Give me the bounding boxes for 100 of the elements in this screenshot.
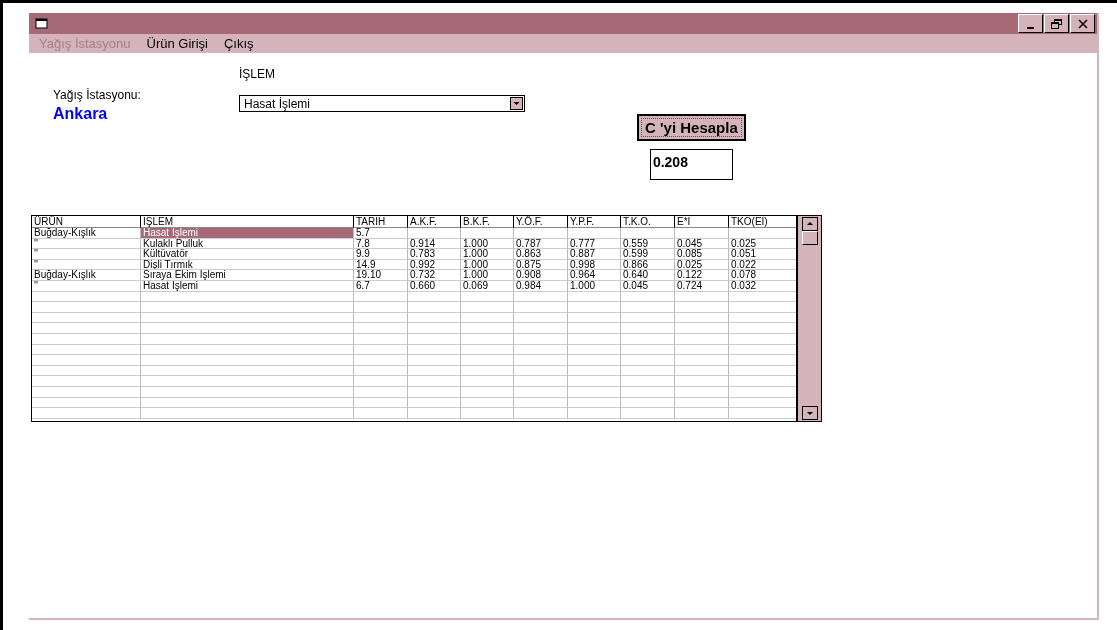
table-cell[interactable]: 0.783 <box>408 249 461 260</box>
table-cell[interactable]: 0.559 <box>621 238 675 250</box>
table-cell[interactable]: 9.9 <box>354 249 408 260</box>
table-cell[interactable]: 6.7 <box>354 280 408 292</box>
table-cell[interactable]: 0.732 <box>408 270 461 281</box>
table-cell[interactable]: 0.875 <box>514 259 568 271</box>
table-cell[interactable]: 7.8 <box>354 238 408 250</box>
empty-table-cell <box>675 397 729 409</box>
empty-table-cell <box>354 355 408 366</box>
table-cell[interactable]: Buğday-Kışlık <box>32 228 141 239</box>
table-cell[interactable]: 0.045 <box>621 280 675 292</box>
column-header: E*I <box>675 216 729 228</box>
close-button[interactable] <box>1070 14 1095 33</box>
empty-table-cell <box>675 323 729 334</box>
table-cell[interactable]: 0.069 <box>461 280 514 292</box>
empty-table-cell <box>354 312 408 324</box>
table-cell[interactable]: 0.866 <box>621 259 675 271</box>
empty-table-cell <box>408 376 461 387</box>
empty-table-cell <box>621 228 675 239</box>
menu-item[interactable]: Çıkış <box>223 36 254 51</box>
table-cell[interactable]: 0.660 <box>408 280 461 292</box>
empty-table-cell <box>514 365 568 377</box>
close-icon <box>1077 18 1088 29</box>
table-cell[interactable]: 0.998 <box>568 259 621 271</box>
islem-label: İŞLEM <box>239 67 276 81</box>
table-cell[interactable]: 0.777 <box>568 238 621 250</box>
empty-table-cell <box>408 355 461 366</box>
empty-table-cell <box>408 312 461 324</box>
column-header: ÜRÜN <box>32 216 141 228</box>
restore-button[interactable] <box>1044 14 1069 33</box>
table-cell[interactable]: 0.085 <box>675 249 729 260</box>
menu-item[interactable]: Ürün Girişi <box>146 36 208 51</box>
empty-table-cell <box>461 355 514 366</box>
empty-table-cell <box>675 408 729 419</box>
empty-table-cell <box>354 408 408 419</box>
table-cell[interactable]: Hasat İşlemi <box>141 228 354 239</box>
column-header: A.K.F. <box>408 216 461 228</box>
table-cell[interactable]: 0.984 <box>514 280 568 292</box>
table-cell[interactable]: '' <box>32 238 141 250</box>
table-cell[interactable]: 1.000 <box>461 270 514 281</box>
table-cell[interactable]: 0.908 <box>514 270 568 281</box>
table-cell[interactable]: 1.000 <box>461 259 514 271</box>
table-cell[interactable]: 0.964 <box>568 270 621 281</box>
empty-table-cell <box>568 355 621 366</box>
table-cell[interactable]: 0.914 <box>408 238 461 250</box>
minimize-button[interactable] <box>1018 14 1043 33</box>
table-cell[interactable]: Hasat İşlemi <box>141 280 354 292</box>
empty-table-cell <box>354 376 408 387</box>
empty-table-cell <box>461 228 514 239</box>
table-cell[interactable]: 0.025 <box>675 259 729 271</box>
table-cell[interactable]: Kültüvatör <box>141 249 354 260</box>
station-name: Ankara <box>53 105 109 123</box>
empty-table-cell <box>408 291 461 303</box>
empty-table-cell <box>514 312 568 324</box>
table-cell[interactable]: 0.992 <box>408 259 461 271</box>
table-cell[interactable]: '' <box>32 280 141 292</box>
empty-table-cell <box>514 344 568 356</box>
empty-table-cell <box>461 291 514 303</box>
table-cell[interactable]: 0.787 <box>514 238 568 250</box>
table-cell[interactable]: 0.724 <box>675 280 729 292</box>
empty-table-cell <box>675 302 729 313</box>
table-cell[interactable]: 0.640 <box>621 270 675 281</box>
vertical-scrollbar[interactable] <box>796 216 821 421</box>
empty-table-cell <box>514 302 568 313</box>
table-cell[interactable]: 5.7 <box>354 228 408 239</box>
empty-table-cell <box>568 408 621 419</box>
calculate-button[interactable]: C 'yi Hesapla <box>637 114 746 141</box>
empty-table-cell <box>568 228 621 239</box>
scroll-thumb[interactable] <box>801 231 818 245</box>
empty-table-cell <box>621 365 675 377</box>
table-cell[interactable]: 1.000 <box>568 280 621 292</box>
table-cell[interactable]: 19.10 <box>354 270 408 281</box>
table-cell[interactable]: 1.000 <box>461 238 514 250</box>
empty-table-cell <box>675 291 729 303</box>
column-header: Y.Ö.F. <box>514 216 568 228</box>
table-cell[interactable]: Sıraya Ekim İşlemi <box>141 270 354 281</box>
empty-table-cell <box>675 312 729 324</box>
islem-dropdown[interactable]: Hasat İşlemi <box>239 95 525 112</box>
empty-table-cell <box>408 386 461 398</box>
empty-table-cell <box>408 302 461 313</box>
empty-table-cell <box>568 333 621 345</box>
empty-table-cell <box>354 344 408 356</box>
empty-table-cell <box>621 302 675 313</box>
table-cell[interactable]: Kulaklı Pulluk <box>141 238 354 250</box>
table-cell[interactable]: '' <box>32 259 141 271</box>
table-cell[interactable]: '' <box>32 249 141 260</box>
empty-table-cell <box>621 408 675 419</box>
table-cell[interactable]: 1.000 <box>461 249 514 260</box>
table-cell[interactable]: 0.599 <box>621 249 675 260</box>
empty-table-cell <box>621 312 675 324</box>
empty-table-cell <box>514 397 568 409</box>
table-cell[interactable]: 0.122 <box>675 270 729 281</box>
table-cell[interactable]: Buğday-Kışlık <box>32 270 141 281</box>
table-cell[interactable]: 0.887 <box>568 249 621 260</box>
empty-table-cell <box>621 376 675 387</box>
table-cell[interactable]: 0.045 <box>675 238 729 250</box>
table-cell[interactable]: Dişli Tırmık <box>141 259 354 271</box>
table-cell[interactable]: 14.9 <box>354 259 408 271</box>
table-cell[interactable]: 0.863 <box>514 249 568 260</box>
empty-table-cell <box>514 386 568 398</box>
